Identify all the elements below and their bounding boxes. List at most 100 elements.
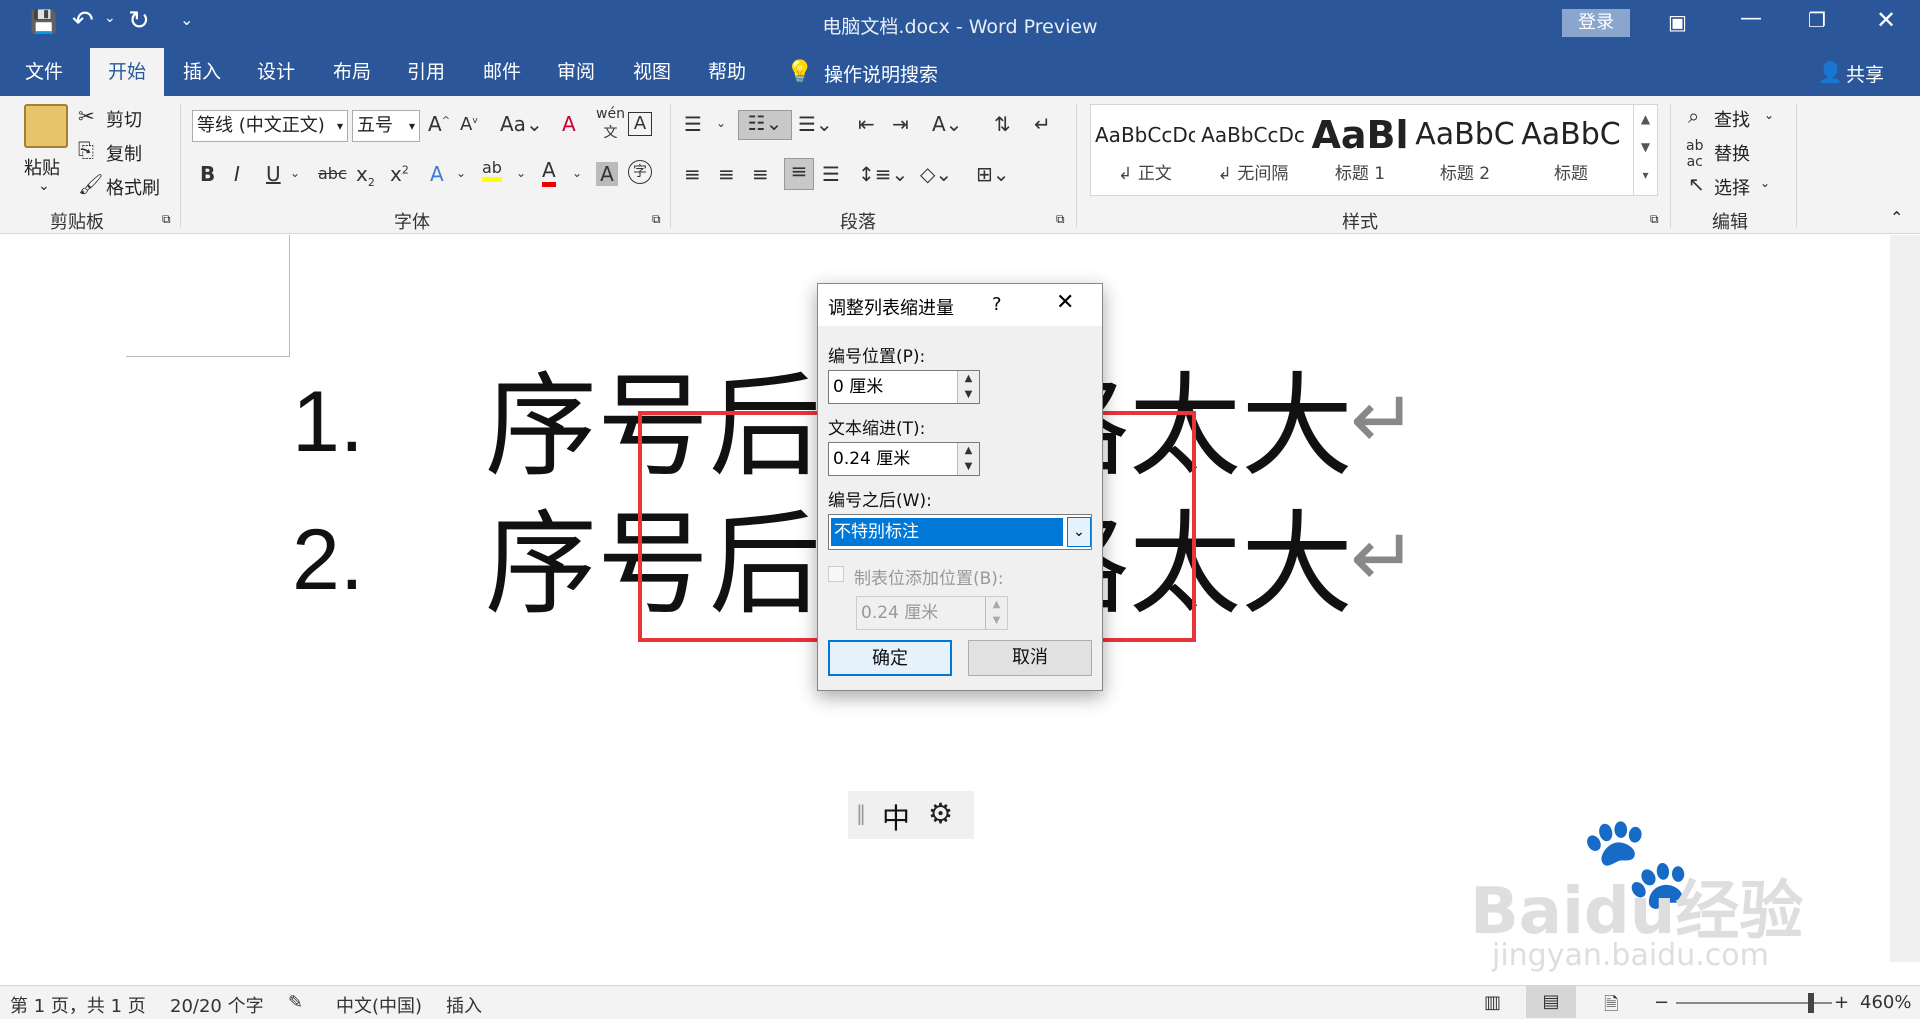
- proofing-icon[interactable]: ✎: [288, 992, 303, 1013]
- ime-grip-icon[interactable]: ‖: [856, 801, 866, 825]
- login-button[interactable]: 登录: [1562, 9, 1630, 37]
- ok-button[interactable]: 确定: [828, 640, 952, 676]
- superscript-icon[interactable]: x2: [390, 162, 409, 186]
- borders-icon[interactable]: ⊞⌄: [976, 162, 1010, 186]
- copy-icon[interactable]: ⎘: [78, 138, 94, 162]
- multilevel-list-icon[interactable]: ☰⌄: [798, 112, 833, 136]
- styles-scrollbar[interactable]: ▲ ▼ ▾: [1633, 105, 1657, 195]
- share-button[interactable]: 共享: [1846, 60, 1884, 87]
- zoom-out-icon[interactable]: −: [1654, 992, 1669, 1013]
- tab-view[interactable]: 视图: [614, 48, 690, 96]
- paste-button[interactable]: 粘贴: [24, 154, 60, 180]
- sort-icon[interactable]: ⇅: [994, 112, 1011, 136]
- web-layout-icon[interactable]: 🗎: [1604, 992, 1618, 1022]
- replace-button[interactable]: 替换: [1714, 140, 1750, 166]
- numbering-icon[interactable]: ☷⌄: [738, 110, 792, 140]
- align-right-icon[interactable]: ≡: [752, 162, 769, 186]
- insert-mode[interactable]: 插入: [446, 992, 482, 1018]
- tab-file[interactable]: 文件: [8, 48, 80, 96]
- tell-me-search[interactable]: 操作说明搜索: [824, 60, 938, 87]
- chinese-layout-icon[interactable]: A⌄: [932, 112, 962, 136]
- zoom-slider-thumb[interactable]: [1808, 993, 1814, 1013]
- character-border-icon[interactable]: A: [628, 112, 652, 136]
- font-color-icon[interactable]: A: [542, 158, 556, 187]
- text-effects-dropdown-icon[interactable]: ⌄: [456, 166, 466, 180]
- zoom-level[interactable]: 460%: [1860, 992, 1911, 1013]
- follow-number-select[interactable]: 不特别标注 ⌄: [828, 514, 1092, 550]
- select-icon[interactable]: ↖: [1688, 172, 1705, 196]
- replace-icon[interactable]: ab ac: [1686, 138, 1703, 170]
- decrease-indent-icon[interactable]: ⇤: [858, 112, 875, 136]
- tab-help[interactable]: 帮助: [690, 48, 764, 96]
- bullets-icon[interactable]: ☰: [684, 112, 702, 136]
- ribbon-display-icon[interactable]: ▣: [1668, 10, 1687, 34]
- underline-icon[interactable]: U: [266, 162, 281, 186]
- spin-down-icon[interactable]: ▼: [957, 459, 979, 475]
- tab-insert[interactable]: 插入: [166, 48, 238, 96]
- find-icon[interactable]: ⌕: [1688, 104, 1699, 128]
- word-count[interactable]: 20/20 个字: [170, 992, 264, 1018]
- gear-icon[interactable]: ⚙: [928, 797, 953, 830]
- vertical-scrollbar[interactable]: [1890, 235, 1920, 962]
- collapse-ribbon-icon[interactable]: ⌃: [1890, 208, 1903, 227]
- line-spacing-icon[interactable]: ↕≡⌄: [858, 162, 908, 186]
- font-size-combo[interactable]: 五号 ▾: [352, 110, 420, 142]
- font-launcher-icon[interactable]: ⧉: [652, 212, 661, 227]
- tab-design[interactable]: 设计: [240, 48, 312, 96]
- close-icon[interactable]: ✕: [1056, 290, 1074, 315]
- spin-up-icon[interactable]: ▲: [957, 371, 979, 387]
- format-painter-icon[interactable]: 🖌: [78, 172, 103, 196]
- style-title[interactable]: AaBbC 标题: [1521, 105, 1621, 197]
- phonetic-guide-icon[interactable]: wén 文: [596, 106, 625, 142]
- highlight-dropdown-icon[interactable]: ⌄: [516, 166, 526, 180]
- tab-mailings[interactable]: 邮件: [466, 48, 538, 96]
- tab-layout[interactable]: 布局: [316, 48, 388, 96]
- help-button[interactable]: ?: [992, 294, 1002, 315]
- tab-home[interactable]: 开始: [90, 48, 164, 96]
- print-layout-icon[interactable]: ▤: [1526, 986, 1576, 1018]
- text-indent-input[interactable]: 0.24 厘米 ▲ ▼: [828, 442, 980, 476]
- paste-dropdown-icon[interactable]: ⌄: [38, 178, 50, 194]
- tab-stop-checkbox[interactable]: [828, 566, 844, 582]
- style-heading-2[interactable]: AaBbC 标题 2: [1415, 105, 1515, 197]
- cut-button[interactable]: 剪切: [106, 106, 142, 132]
- language[interactable]: 中文(中国): [336, 992, 422, 1018]
- style-no-spacing[interactable]: AaBbCcDc ↲ 无间隔: [1201, 105, 1305, 197]
- chevron-down-icon[interactable]: ⌄: [1067, 517, 1091, 547]
- close-icon[interactable]: ✕: [1876, 6, 1896, 34]
- tab-references[interactable]: 引用: [390, 48, 462, 96]
- shading-icon[interactable]: ◇⌄: [920, 162, 952, 186]
- read-mode-icon[interactable]: ▥: [1484, 992, 1501, 1013]
- highlight-color-icon[interactable]: ab: [482, 158, 502, 182]
- clear-formatting-icon[interactable]: A: [562, 112, 576, 136]
- cancel-button[interactable]: 取消: [968, 640, 1092, 676]
- change-case-icon[interactable]: Aa⌄: [500, 112, 543, 136]
- align-left-icon[interactable]: ≡: [684, 162, 701, 186]
- grow-font-icon[interactable]: A^: [428, 112, 450, 136]
- number-position-input[interactable]: 0 厘米 ▲ ▼: [828, 370, 980, 404]
- strikethrough-icon[interactable]: abc: [318, 164, 347, 183]
- ime-mode-button[interactable]: 中: [882, 797, 910, 837]
- bullets-dropdown-icon[interactable]: ⌄: [716, 116, 726, 130]
- page-count[interactable]: 第 1 页，共 1 页: [10, 992, 146, 1018]
- spin-up-icon[interactable]: ▲: [957, 443, 979, 459]
- scissors-icon[interactable]: ✂: [78, 104, 95, 128]
- underline-dropdown-icon[interactable]: ⌄: [290, 166, 300, 180]
- bold-icon[interactable]: B: [200, 162, 215, 186]
- character-shading-icon[interactable]: A: [596, 162, 618, 186]
- paste-icon[interactable]: [24, 104, 68, 148]
- format-painter-button[interactable]: 格式刷: [106, 174, 160, 200]
- style-normal[interactable]: AaBbCcDc ↲ 正文: [1095, 105, 1195, 197]
- copy-button[interactable]: 复制: [106, 140, 142, 166]
- restore-icon[interactable]: ❐: [1808, 8, 1826, 32]
- paragraph-launcher-icon[interactable]: ⧉: [1056, 212, 1065, 227]
- increase-indent-icon[interactable]: ⇥: [892, 112, 909, 136]
- font-color-dropdown-icon[interactable]: ⌄: [572, 166, 582, 180]
- zoom-in-icon[interactable]: +: [1834, 992, 1849, 1013]
- find-button[interactable]: 查找: [1714, 106, 1750, 132]
- shrink-font-icon[interactable]: Av: [460, 114, 478, 135]
- font-name-combo[interactable]: 等线 (中文正文) ▾: [192, 110, 348, 142]
- text-effects-icon[interactable]: A: [430, 162, 444, 186]
- select-button[interactable]: 选择: [1714, 174, 1750, 200]
- subscript-icon[interactable]: x2: [356, 162, 375, 189]
